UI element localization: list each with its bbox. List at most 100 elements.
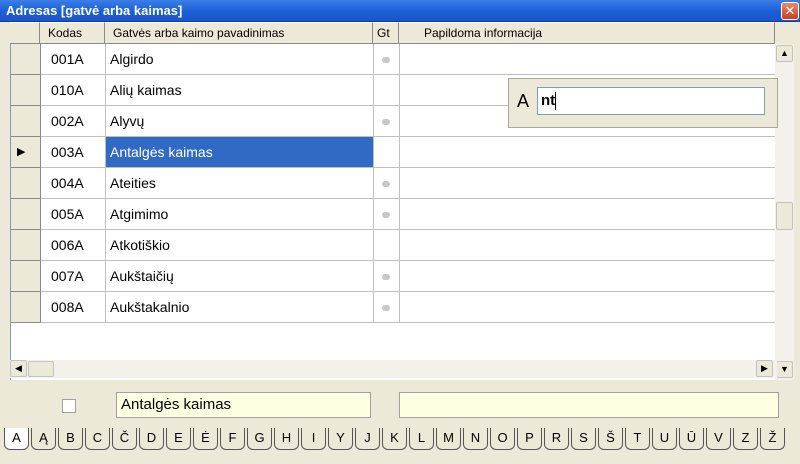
table-row[interactable]: 006A Atkotiškio — [11, 230, 786, 261]
gt-dot-icon — [382, 212, 390, 218]
gt-cell[interactable] — [374, 199, 400, 230]
scroll-left-icon[interactable]: ◀ — [10, 360, 27, 377]
tab-letter[interactable]: Ž — [760, 428, 785, 450]
tab-letter[interactable]: K — [382, 428, 407, 450]
table-row[interactable]: 008A Aukštakalnio — [11, 292, 786, 323]
tab-letter[interactable]: R — [544, 428, 569, 450]
tab-letter[interactable]: B — [58, 428, 83, 450]
code-cell[interactable]: 005A — [41, 199, 106, 230]
row-indicator-header — [10, 22, 40, 44]
horizontal-scrollbar[interactable]: ◀ ▶ — [10, 360, 777, 378]
tab-letter[interactable]: V — [706, 428, 731, 450]
scroll-right-icon[interactable]: ▶ — [756, 360, 773, 377]
tab-letter[interactable]: N — [463, 428, 488, 450]
info-cell[interactable] — [400, 292, 786, 323]
row-indicator[interactable]: ▶ — [11, 137, 41, 168]
tab-letter[interactable]: O — [490, 428, 515, 450]
table-row[interactable]: ▶ 003A Antalgės kaimas — [11, 137, 786, 168]
gt-cell[interactable] — [374, 106, 400, 137]
gt-cell[interactable] — [374, 230, 400, 261]
column-header-info[interactable]: Papildoma informacija — [399, 22, 775, 44]
scroll-down-icon[interactable]: ▼ — [776, 361, 793, 378]
table-row[interactable]: 005A Atgimimo — [11, 199, 786, 230]
tab-letter[interactable]: Ą — [31, 428, 56, 450]
column-header-name[interactable]: Gatvės arba kaimo pavadinimas — [105, 22, 373, 44]
row-indicator[interactable] — [11, 261, 41, 292]
info-cell[interactable] — [400, 261, 786, 292]
info-cell[interactable] — [400, 199, 786, 230]
info-cell[interactable] — [400, 44, 786, 75]
gt-cell[interactable] — [374, 75, 400, 106]
gt-dot-icon — [382, 181, 390, 187]
code-cell[interactable]: 007A — [41, 261, 106, 292]
tab-letter[interactable]: P — [517, 428, 542, 450]
tab-letter[interactable]: F — [220, 428, 245, 450]
tab-letter[interactable]: I — [301, 428, 326, 450]
tab-letter[interactable]: C — [85, 428, 110, 450]
code-cell[interactable]: 003A — [41, 137, 106, 168]
row-indicator[interactable] — [11, 230, 41, 261]
tab-letter[interactable]: Š — [598, 428, 623, 450]
gt-cell[interactable] — [374, 292, 400, 323]
name-cell[interactable]: Aukštaičių — [106, 261, 374, 292]
row-indicator[interactable] — [11, 292, 41, 323]
tab-letter[interactable]: Z — [733, 428, 758, 450]
row-indicator[interactable] — [11, 44, 41, 75]
vertical-scroll-thumb[interactable] — [776, 202, 793, 230]
gt-cell[interactable] — [374, 137, 400, 168]
gt-cell[interactable] — [374, 261, 400, 292]
code-cell[interactable]: 004A — [41, 168, 106, 199]
name-cell[interactable]: Aukštakalnio — [106, 292, 374, 323]
tab-letter[interactable]: U — [652, 428, 677, 450]
name-cell[interactable]: Ateities — [106, 168, 374, 199]
window-title: Adresas [gatvė arba kaimas] — [6, 3, 183, 18]
footer-checkbox[interactable] — [62, 399, 76, 413]
code-cell[interactable]: 001A — [41, 44, 106, 75]
info-cell[interactable] — [400, 168, 786, 199]
name-cell[interactable]: Atkotiškio — [106, 230, 374, 261]
row-indicator[interactable] — [11, 106, 41, 137]
tab-letter[interactable]: D — [139, 428, 164, 450]
code-cell[interactable]: 006A — [41, 230, 106, 261]
name-cell[interactable]: Alyvų — [106, 106, 374, 137]
tab-letter[interactable]: A — [4, 428, 29, 450]
column-header-code[interactable]: Kodas — [40, 22, 105, 44]
column-header-gt[interactable]: Gt — [373, 22, 399, 44]
name-cell[interactable]: Antalgės kaimas — [106, 137, 374, 168]
close-icon[interactable]: ✕ — [781, 2, 799, 20]
info-cell[interactable] — [400, 137, 786, 168]
tab-letter[interactable]: Ū — [679, 428, 704, 450]
tab-letter[interactable]: J — [355, 428, 380, 450]
footer-info-field[interactable] — [399, 392, 779, 418]
gt-cell[interactable] — [374, 44, 400, 75]
code-cell[interactable]: 010A — [41, 75, 106, 106]
name-cell[interactable]: Alių kaimas — [106, 75, 374, 106]
scroll-up-icon[interactable]: ▲ — [776, 45, 793, 62]
gt-cell[interactable] — [374, 168, 400, 199]
info-cell[interactable] — [400, 230, 786, 261]
row-pointer-icon: ▶ — [17, 146, 26, 158]
table-row[interactable]: 004A Ateities — [11, 168, 786, 199]
quick-search-input[interactable]: nt — [537, 87, 765, 115]
footer-name-field[interactable]: Antalgės kaimas — [116, 392, 371, 418]
tab-letter[interactable]: G — [247, 428, 272, 450]
tab-letter[interactable]: T — [625, 428, 650, 450]
row-indicator[interactable] — [11, 199, 41, 230]
tab-letter[interactable]: H — [274, 428, 299, 450]
row-indicator[interactable] — [11, 168, 41, 199]
tab-letter[interactable]: L — [409, 428, 434, 450]
code-cell[interactable]: 008A — [41, 292, 106, 323]
table-row[interactable]: 001A Algirdo — [11, 44, 786, 75]
name-cell[interactable]: Atgimimo — [106, 199, 374, 230]
tab-letter[interactable]: Ė — [193, 428, 218, 450]
name-cell[interactable]: Algirdo — [106, 44, 374, 75]
tab-letter[interactable]: Č — [112, 428, 137, 450]
horizontal-scroll-thumb[interactable] — [28, 361, 54, 377]
table-row[interactable]: 007A Aukštaičių — [11, 261, 786, 292]
row-indicator[interactable] — [11, 75, 41, 106]
tab-letter[interactable]: E — [166, 428, 191, 450]
code-cell[interactable]: 002A — [41, 106, 106, 137]
tab-letter[interactable]: S — [571, 428, 596, 450]
tab-letter[interactable]: M — [436, 428, 461, 450]
tab-letter[interactable]: Y — [328, 428, 353, 450]
